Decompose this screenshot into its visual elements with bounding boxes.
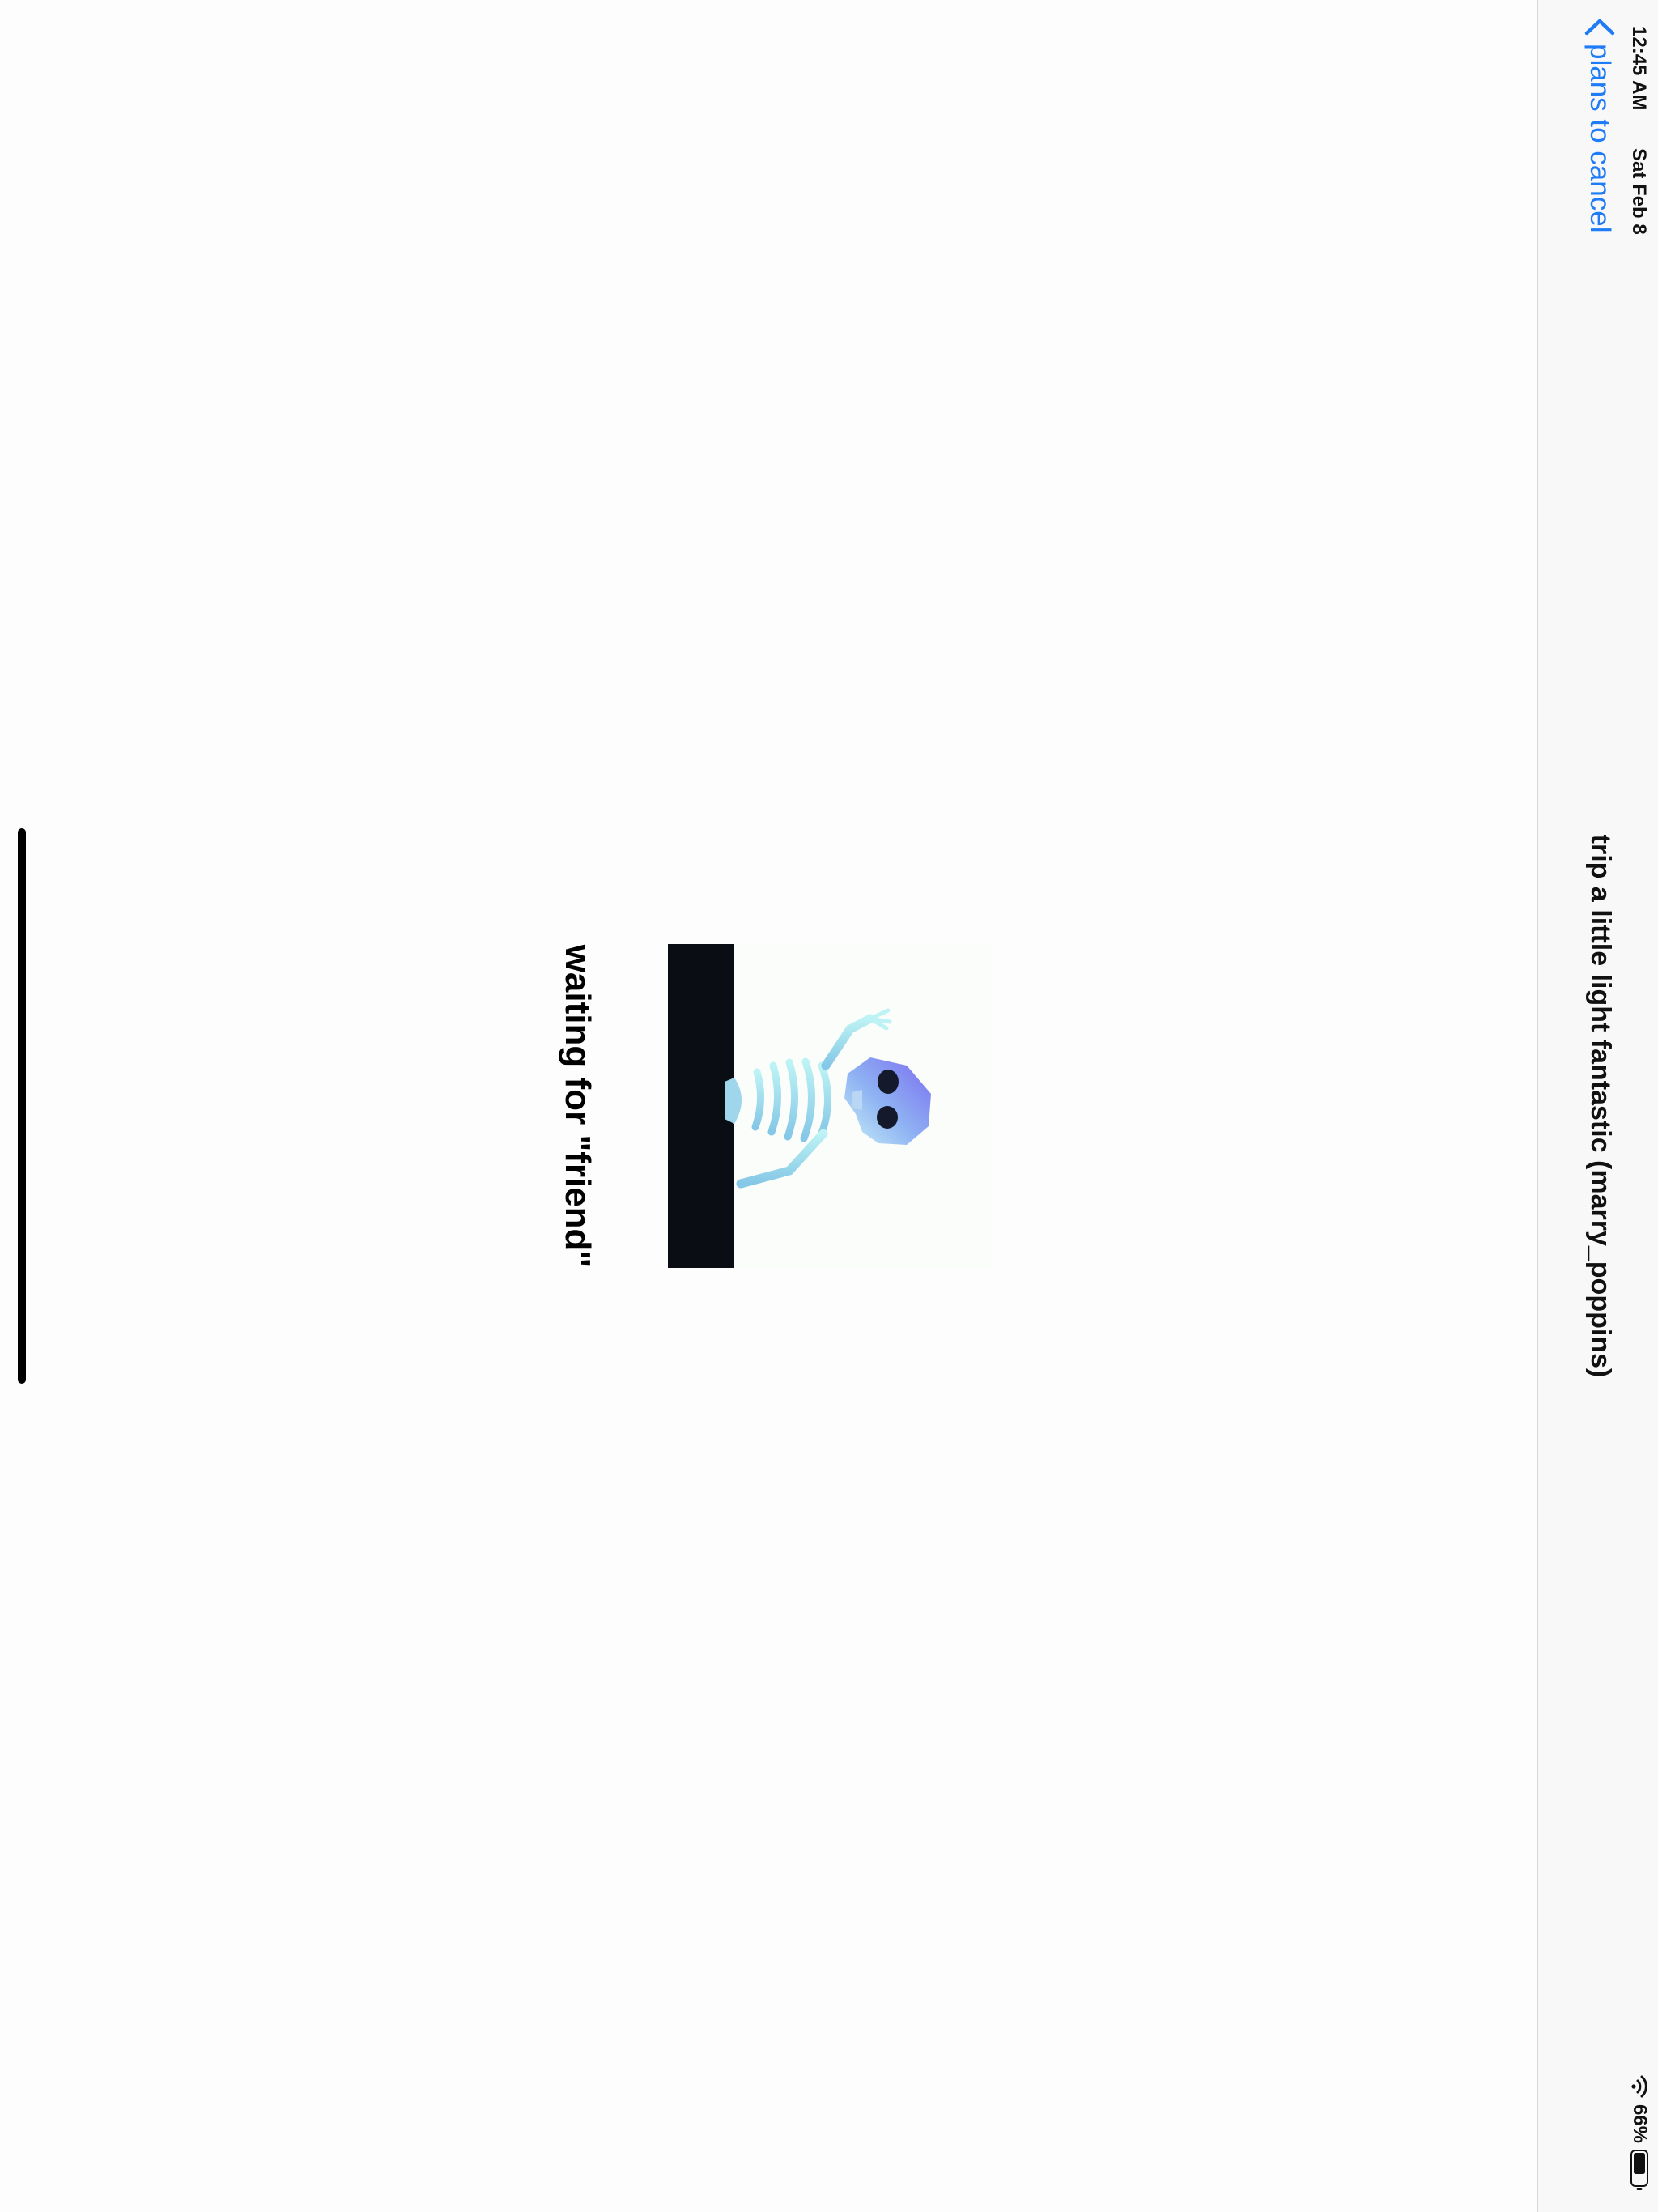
status-date: Sat Feb 8: [1628, 148, 1650, 235]
skeleton-gif[interactable]: [668, 944, 992, 1268]
caption: waiting for "friend": [558, 944, 597, 1268]
screen: 12:45 AM Sat Feb 8 66% plans to cancel t…: [0, 0, 1658, 2212]
home-indicator[interactable]: [18, 828, 26, 1384]
status-indicators: 66%: [1627, 2075, 1652, 2192]
nav-divider: [1537, 0, 1538, 2212]
status-bar: 12:45 AM Sat Feb 8 66%: [1626, 0, 1658, 2212]
battery-icon: [1630, 2150, 1648, 2190]
page-title: trip a little light fantastic (marry_pop…: [1585, 834, 1616, 1378]
status-time: 12:45 AM: [1628, 26, 1650, 111]
rotated-frame: 12:45 AM Sat Feb 8 66% plans to cancel t…: [0, 0, 1658, 2212]
skeleton-illustration: [725, 1008, 931, 1189]
battery-percent: 66%: [1629, 2104, 1651, 2143]
wifi-icon: [1631, 2075, 1647, 2098]
